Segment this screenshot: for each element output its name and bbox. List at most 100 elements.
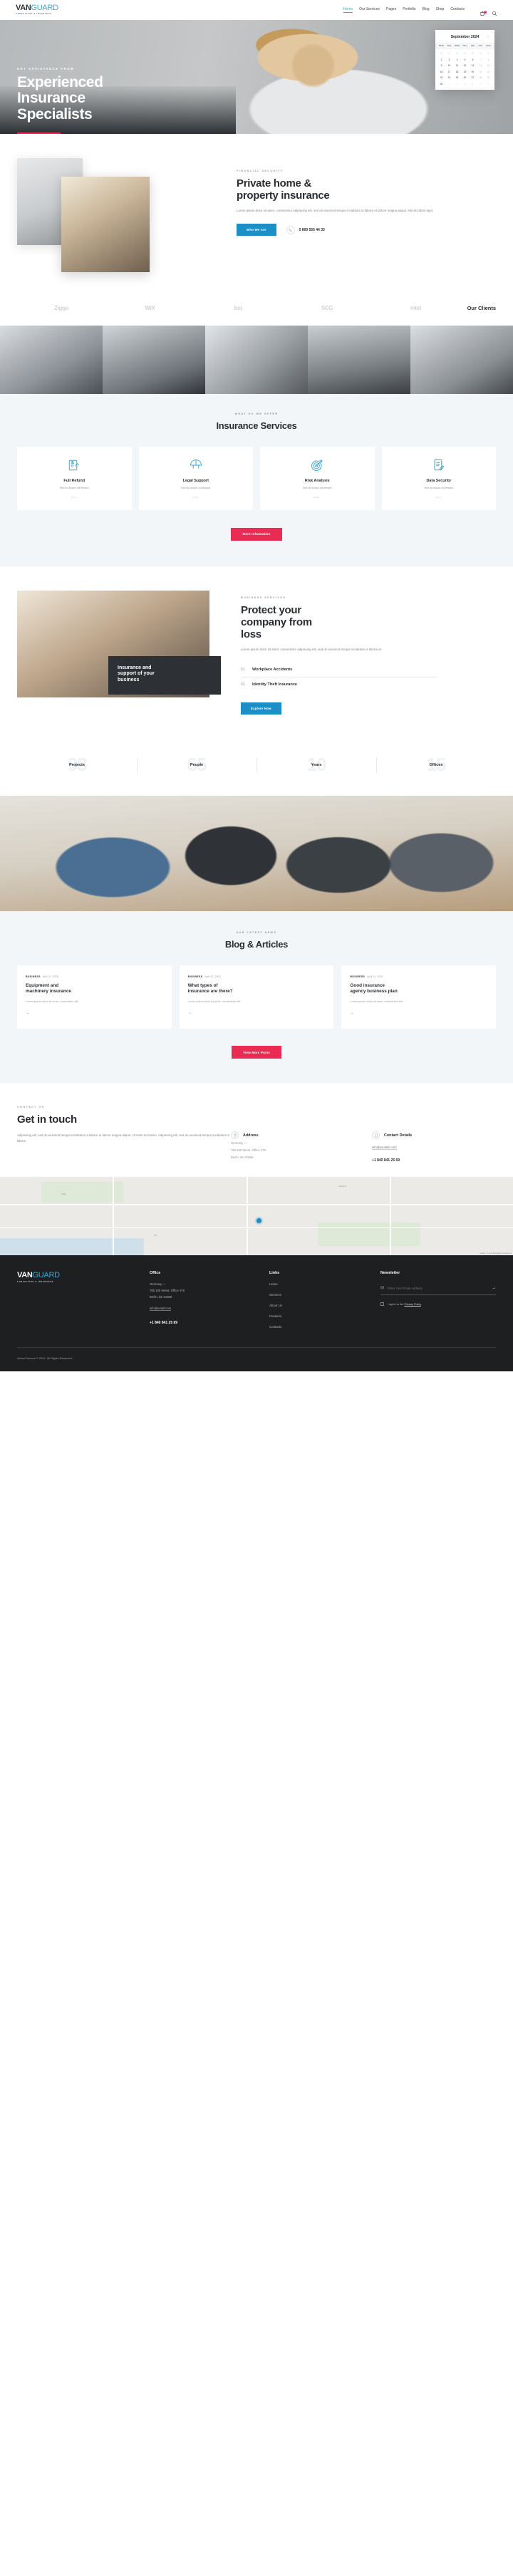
blog-post-arrow-icon[interactable]: → — [26, 1011, 29, 1015]
calendar-day[interactable]: 3 — [461, 83, 469, 85]
footer-office-phone[interactable]: +1 840 841 25 69 — [150, 1321, 269, 1325]
calendar-day[interactable]: 12 — [461, 64, 469, 67]
calendar-day[interactable]: 24 — [445, 76, 453, 79]
chevron-right-icon[interactable]: › — [487, 35, 489, 39]
meeting-photo-banner — [0, 795, 513, 911]
calendar-day[interactable]: 28 — [477, 76, 484, 79]
calendar-day[interactable]: 2 — [453, 83, 461, 85]
newsletter-submit-arrow-icon[interactable]: → — [492, 1286, 496, 1290]
nav-item-portfolio[interactable]: Portfolio — [403, 7, 415, 13]
footer-link-about-us[interactable]: About Us — [269, 1304, 380, 1307]
calendar-day[interactable]: 16 — [437, 71, 445, 73]
footer-link-features[interactable]: Features — [269, 1314, 380, 1318]
footer-bottom-bar: AxiomThemes © 2024. All Rights Reserved. — [17, 1347, 496, 1371]
who-we-are-button[interactable]: Who We Are — [237, 224, 276, 237]
nav-item-pages[interactable]: Pages — [386, 7, 396, 13]
calendar-day[interactable]: 1 — [445, 83, 453, 85]
calendar-day[interactable]: 28 — [453, 52, 461, 55]
footer-logo-tagline: CONSULTING & INSURANCE — [17, 1280, 54, 1283]
footer-link-services[interactable]: Services — [269, 1293, 380, 1297]
search-icon[interactable] — [492, 7, 497, 16]
blog-post-card[interactable]: BUSINESS · April 21, 2020 Good insurance… — [341, 965, 497, 1029]
privacy-policy-link[interactable]: Privacy Policy — [404, 1303, 420, 1306]
calendar-day[interactable]: 7 — [477, 58, 484, 61]
protect-item-workplace-accidents[interactable]: 01. Workplace Accidents — [241, 663, 437, 677]
contact-phone[interactable]: +1 840 841 25 69 — [372, 1158, 496, 1163]
service-card-full-refund[interactable]: Full Refund Sed do eiusm od tempor ••• — [17, 447, 132, 510]
nav-item-home[interactable]: Home — [343, 7, 353, 13]
shopping-bag-icon[interactable]: 0 — [480, 7, 487, 16]
calendar-widget[interactable]: September 2024 › MON TUE WED THU FRI SAT… — [435, 30, 494, 90]
services-title: Insurance Services — [216, 420, 297, 431]
calendar-day[interactable]: 26 — [437, 52, 445, 55]
calendar-day[interactable]: 15 — [484, 64, 492, 67]
services-card-list: Full Refund Sed do eiusm od tempor ••• L… — [17, 447, 496, 510]
calendar-day[interactable]: 6 — [484, 83, 492, 85]
calendar-day[interactable]: 17 — [445, 71, 453, 73]
service-dots: ••• — [192, 496, 199, 500]
calendar-day[interactable]: 2 — [437, 58, 445, 61]
nav-item-contacts[interactable]: Contacts — [450, 7, 465, 13]
service-card-legal-support[interactable]: Legal Support Sed do eiusm od tempor ••• — [138, 447, 253, 510]
calendar-day[interactable]: 6 — [469, 58, 477, 61]
blog-post-title-line-1: Equipment and — [26, 982, 59, 988]
calendar-day[interactable]: 22 — [484, 71, 492, 73]
blog-post-card[interactable]: BUSINESS · April 21, 2020 What types of … — [179, 965, 334, 1029]
calendar-day[interactable]: 14 — [477, 64, 484, 67]
calendar-day[interactable]: 4 — [469, 83, 477, 85]
service-card-risk-analysis[interactable]: Risk Analysis Sed do eiusm od tempor ••• — [260, 447, 375, 510]
footer-logo[interactable]: VANGUARD — [17, 1271, 150, 1279]
footer-links-title: Links — [269, 1271, 280, 1276]
protect-overlay-line-1: Insurance and — [118, 665, 152, 670]
site-logo[interactable]: VANGUARD CONSULTING & INSURANCE — [16, 4, 58, 15]
private-phone[interactable]: 0 800 555 44 33 — [286, 225, 325, 234]
calendar-day[interactable]: 5 — [461, 58, 469, 61]
more-information-button[interactable]: More Information — [231, 527, 282, 541]
calendar-day[interactable]: 11 — [453, 64, 461, 67]
calendar-day[interactable]: 26 — [461, 76, 469, 79]
calendar-day[interactable]: 4 — [453, 58, 461, 61]
calendar-day[interactable]: 8 — [484, 58, 492, 61]
newsletter-email-input[interactable] — [388, 1286, 492, 1290]
calendar-day[interactable]: 18 — [453, 71, 461, 73]
calendar-day[interactable]: 23 — [437, 76, 445, 79]
calendar-day[interactable]: 27 — [469, 76, 477, 79]
calendar-day[interactable]: 31 — [477, 52, 484, 55]
location-map[interactable]: Campus Park Str. Leaflet | © OpenStreetM… — [0, 1177, 513, 1256]
calendar-day[interactable]: 30 — [469, 52, 477, 55]
calendar-day[interactable]: 21 — [477, 71, 484, 73]
calendar-day[interactable]: 13 — [469, 64, 477, 67]
footer-link-contacts[interactable]: Contacts — [269, 1325, 380, 1329]
calendar-day-grid[interactable]: 26 27 28 29 30 31 1 2 3 4 5 6 7 8 9 10 11 12 13 14 15 16 17 18 1… — [435, 49, 494, 85]
blog-post-card[interactable]: BUSINESS · April 21, 2020 Equipment and … — [17, 965, 172, 1029]
calendar-day[interactable]: 3 — [445, 58, 453, 61]
calendar-day[interactable]: 1 — [484, 52, 492, 55]
footer-link-home[interactable]: Home — [269, 1282, 380, 1286]
calendar-day[interactable]: 5 — [477, 83, 484, 85]
calendar-day[interactable]: 19 — [461, 71, 469, 73]
calendar-day[interactable]: 20 — [469, 71, 477, 73]
view-more-posts-button[interactable]: View More Posts — [232, 1046, 281, 1059]
calendar-day[interactable]: 30 — [437, 83, 445, 85]
explore-now-button[interactable]: Explore Now — [17, 132, 61, 134]
blog-post-arrow-icon[interactable]: → — [188, 1011, 192, 1015]
protect-explore-now-button[interactable]: Explore Now — [241, 702, 281, 715]
protect-item-identity-theft-insurance[interactable]: 02. Identity Theft Insurance — [241, 676, 437, 692]
nav-item-our-services[interactable]: Our Services — [359, 7, 380, 13]
calendar-day[interactable]: 10 — [445, 64, 453, 67]
calendar-day[interactable]: 29 — [484, 76, 492, 79]
nav-item-blog[interactable]: Blog — [423, 7, 430, 13]
calendar-day[interactable]: 29 — [461, 52, 469, 55]
nav-item-shop[interactable]: Shop — [436, 7, 445, 13]
map-marker[interactable] — [256, 1217, 261, 1223]
blog-post-arrow-icon[interactable]: → — [350, 1011, 353, 1015]
calendar-day[interactable]: 25 — [453, 76, 461, 79]
privacy-policy-checkbox[interactable] — [380, 1302, 384, 1307]
calendar-day[interactable]: 27 — [445, 52, 453, 55]
contact-email[interactable]: info@yoursite.com — [372, 1146, 397, 1151]
protect-overlay-line-2: support of your — [118, 671, 155, 677]
calendar-day[interactable]: 9 — [437, 64, 445, 67]
page-root: VANGUARD CONSULTING & INSURANCE Home Our… — [0, 0, 513, 1372]
footer-office-email[interactable]: info@email.com — [150, 1307, 172, 1312]
service-card-data-security[interactable]: Data Security Sed do eiusm od tempor ••• — [381, 447, 496, 510]
